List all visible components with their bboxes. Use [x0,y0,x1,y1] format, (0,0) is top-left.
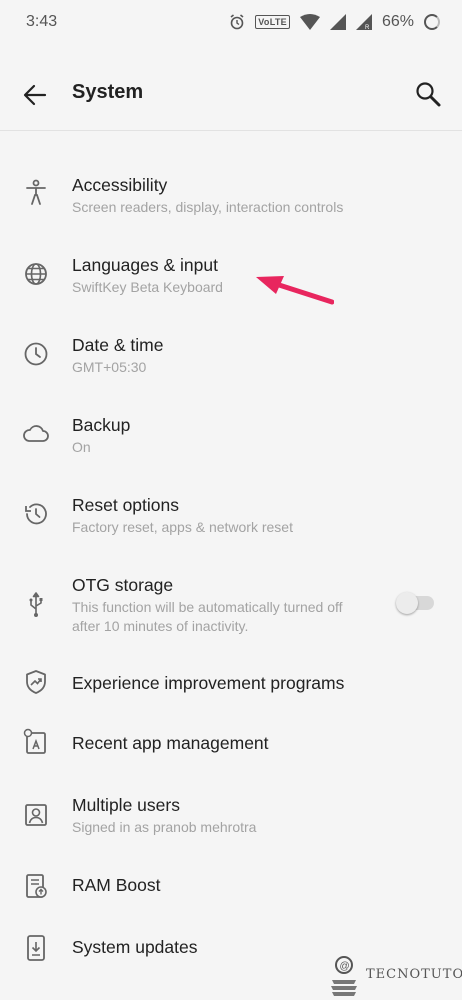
svg-text:@: @ [340,961,350,972]
item-title: Backup [72,415,131,435]
list-item-multiple-users[interactable]: Multiple users Signed in as pranob mehro… [0,790,462,846]
signal-icon [329,14,346,30]
item-subtitle: On [72,439,91,455]
list-item-date-time[interactable]: Date & time GMT+05:30 [0,330,462,386]
back-button[interactable] [20,80,50,110]
alarm-icon [230,14,244,30]
list-item-languages[interactable]: Languages & input SwiftKey Beta Keyboard [0,250,462,306]
item-title: Experience improvement programs [72,673,345,693]
toggle-knob [396,592,418,614]
item-subtitle: This function will be automatically turn… [72,599,343,634]
usb-icon [22,590,50,618]
recent-apps-icon [22,728,50,756]
item-subtitle: GMT+05:30 [72,359,147,375]
item-title: Reset options [72,495,180,515]
item-title: RAM Boost [72,875,161,895]
item-subtitle: Factory reset, apps & network reset [72,519,293,535]
watermark: @ TECNOTUTO [326,950,462,1000]
item-title: Recent app management [72,733,269,753]
signal-r-icon: R [355,14,372,30]
list-item-experience-improvement[interactable]: Experience improvement programs [0,668,462,700]
annotation-arrow-icon [256,276,334,305]
page-title: System [72,81,144,103]
list-item-recent-app-management[interactable]: Recent app management [0,728,462,760]
volte-icon: VoLTE [255,15,290,29]
clock-icon [22,340,50,368]
item-subtitle: Signed in as pranob mehrotra [72,819,257,835]
watermark-text: TECNOTUTO [366,967,462,982]
list-item-backup[interactable]: Backup On [0,410,462,466]
watermark-logo-icon: @ [331,956,357,996]
list-item-otg-storage[interactable]: OTG storage This function will be automa… [0,570,462,634]
item-title: Accessibility [72,175,168,195]
battery-icon [424,14,440,30]
otg-storage-toggle[interactable] [396,592,434,614]
item-title: OTG storage [72,575,174,595]
search-icon [416,82,441,107]
svg-text:R: R [365,25,370,30]
ram-boost-icon [22,872,50,900]
cloud-icon [22,420,50,448]
arrow-left-icon [23,84,47,106]
status-icons: VoLTE R 66% [229,13,440,31]
status-bar: 3:43 VoLTE R 66% [0,0,462,44]
person-icon [22,801,50,829]
accessibility-icon [22,178,50,206]
item-title: Multiple users [72,795,180,815]
status-time: 3:43 [26,13,58,30]
globe-icon [22,260,50,288]
list-item-reset-options[interactable]: Reset options Factory reset, apps & netw… [0,490,462,546]
item-subtitle: Screen readers, display, interaction con… [72,199,344,215]
system-update-icon [22,934,50,962]
app-bar: System [0,60,462,131]
list-item-ram-boost[interactable]: RAM Boost [0,870,462,902]
wifi-icon [299,14,320,30]
item-title: Date & time [72,335,164,355]
search-button[interactable] [412,78,444,110]
history-icon [22,500,50,528]
list-item-accessibility[interactable]: Accessibility Screen readers, display, i… [0,170,462,226]
shield-trend-icon [22,668,50,696]
battery-percent: 66% [381,13,414,30]
